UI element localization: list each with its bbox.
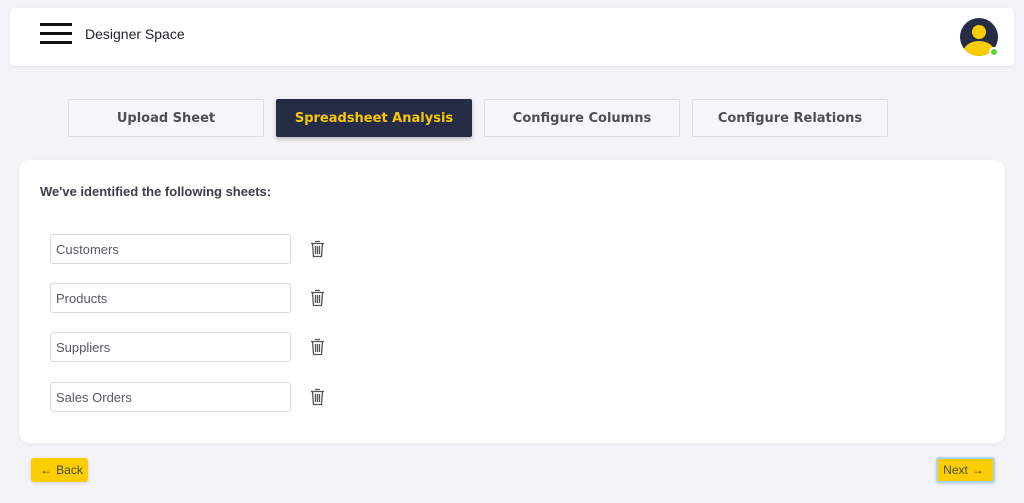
next-button[interactable]: Next → bbox=[936, 457, 995, 483]
arrow-right-icon: → bbox=[971, 463, 984, 477]
sheet-name-input[interactable] bbox=[50, 283, 291, 313]
sheet-name-input[interactable] bbox=[50, 382, 291, 412]
sheets-heading: We've identified the following sheets: bbox=[40, 184, 272, 199]
tab-spreadsheet-analysis[interactable]: Spreadsheet Analysis bbox=[276, 99, 472, 137]
online-status-indicator bbox=[989, 47, 999, 57]
sheet-name-input[interactable] bbox=[50, 234, 291, 264]
top-bar: Designer Space bbox=[10, 8, 1014, 66]
hamburger-menu-icon[interactable] bbox=[40, 23, 72, 47]
hamburger-line bbox=[40, 41, 72, 44]
sheet-name-input[interactable] bbox=[50, 332, 291, 362]
tab-upload-sheet[interactable]: Upload Sheet bbox=[68, 99, 264, 137]
trash-icon[interactable] bbox=[310, 388, 325, 406]
tab-configure-columns[interactable]: Configure Columns bbox=[484, 99, 680, 137]
trash-icon[interactable] bbox=[310, 338, 325, 356]
sheets-card: We've identified the following sheets: bbox=[19, 160, 1005, 443]
trash-icon[interactable] bbox=[310, 240, 325, 258]
hamburger-line bbox=[40, 32, 72, 35]
back-label: Back bbox=[56, 463, 83, 477]
trash-icon[interactable] bbox=[310, 289, 325, 307]
user-avatar[interactable] bbox=[960, 18, 999, 57]
back-button[interactable]: ← Back bbox=[31, 458, 88, 482]
app-title: Designer Space bbox=[85, 26, 185, 42]
arrow-left-icon: ← bbox=[40, 463, 53, 477]
hamburger-line bbox=[40, 23, 72, 26]
tab-configure-relations[interactable]: Configure Relations bbox=[692, 99, 888, 137]
next-label: Next bbox=[943, 463, 968, 477]
